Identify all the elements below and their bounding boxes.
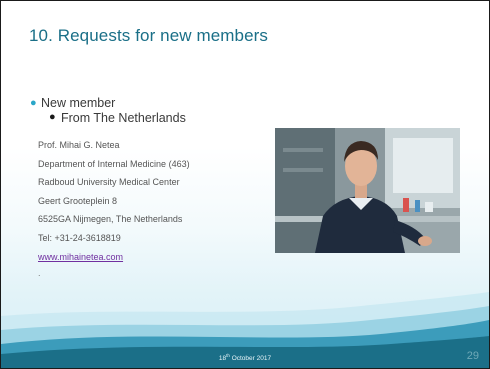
footer-date: 18th October 2017 xyxy=(1,353,489,362)
address-line-department: Department of Internal Medicine (463) xyxy=(38,159,190,169)
address-line-street: Geert Grooteplein 8 xyxy=(38,196,118,206)
bullet-level2-text: From The Netherlands xyxy=(61,111,186,125)
portrait-photo xyxy=(275,128,460,253)
page-number: 29 xyxy=(466,350,479,362)
bullet-dot-icon: ● xyxy=(30,97,37,109)
address-line-phone: Tel: +31-24-3618819 xyxy=(38,233,121,243)
address-line-institution: Radboud University Medical Center xyxy=(38,177,180,187)
footer-date-rest: October 2017 xyxy=(229,355,272,363)
slide-title: 10. Requests for new members xyxy=(29,26,269,45)
bullet-dot-icon: ● xyxy=(49,111,56,123)
wave-background xyxy=(1,292,489,368)
address-line-name: Prof. Mihai G. Netea xyxy=(38,140,120,150)
portrait-photo-illustration xyxy=(275,128,460,253)
address-line-city: 6525GA Nijmegen, The Netherlands xyxy=(38,214,183,224)
bullet-level1-text: New member xyxy=(41,96,116,110)
bullet-level2: ● From The Netherlands xyxy=(49,111,186,125)
bullet-level1: ● New member xyxy=(30,96,116,110)
slide: 10. Requests for new members ● New membe… xyxy=(0,0,490,369)
